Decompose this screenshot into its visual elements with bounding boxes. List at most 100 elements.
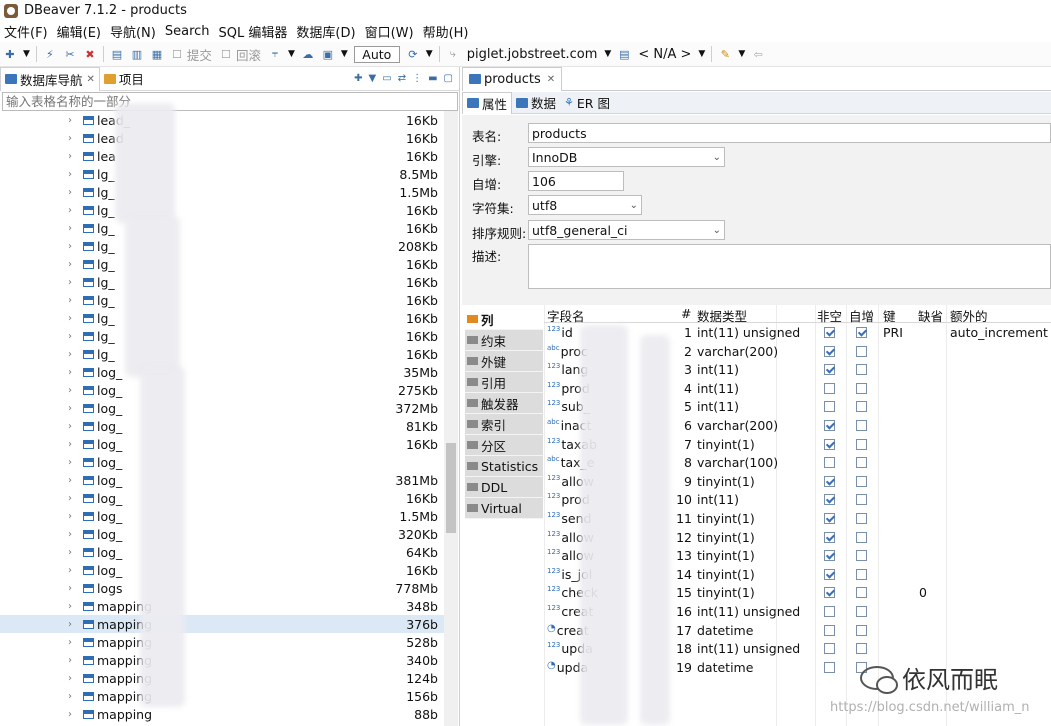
- tree-item-table[interactable]: ›log_1.5Mb: [0, 507, 444, 525]
- tree-item-table[interactable]: ›log_381Mb: [0, 471, 444, 489]
- chevron-right-icon[interactable]: ›: [68, 655, 72, 666]
- notnull-checkbox[interactable]: [824, 532, 835, 543]
- new-connection-icon[interactable]: ✚: [2, 46, 18, 62]
- view-menu-icon[interactable]: ⋮: [412, 73, 422, 84]
- notnull-checkbox[interactable]: [824, 364, 835, 375]
- column-default-cell[interactable]: 0: [919, 585, 927, 600]
- chevron-right-icon[interactable]: ›: [68, 331, 72, 342]
- chevron-right-icon[interactable]: ›: [68, 133, 72, 144]
- side-tab[interactable]: 列: [465, 309, 543, 330]
- menu-file[interactable]: 文件(F): [0, 22, 53, 41]
- active-connection-select[interactable]: piglet.jobstreet.com: [467, 47, 598, 62]
- chevron-right-icon[interactable]: ›: [68, 295, 72, 306]
- tree-item-table[interactable]: ›lead_16Kb: [0, 111, 444, 129]
- chevron-right-icon[interactable]: ›: [68, 385, 72, 396]
- column-type-cell[interactable]: int(11): [697, 399, 739, 414]
- close-icon[interactable]: ✕: [547, 74, 555, 85]
- chevron-down-icon[interactable]: ▼: [288, 49, 295, 59]
- notnull-checkbox[interactable]: [824, 457, 835, 468]
- menu-help[interactable]: 帮助(H): [419, 22, 474, 41]
- auto-increment-field[interactable]: 106: [528, 171, 624, 191]
- tree-item-table[interactable]: ›lg_16Kb: [0, 309, 444, 327]
- chevron-right-icon[interactable]: ›: [68, 187, 72, 198]
- tree-item-table[interactable]: ›mapping88b: [0, 705, 444, 723]
- tree-item-table[interactable]: ›lg_16Kb: [0, 201, 444, 219]
- col-header-extra[interactable]: 额外的: [950, 306, 988, 325]
- tree-item-table[interactable]: ›lea16Kb: [0, 147, 444, 165]
- side-tab[interactable]: Statistics: [465, 456, 543, 477]
- autoinc-checkbox[interactable]: [856, 643, 867, 654]
- transaction-log-icon[interactable]: ☁: [300, 46, 316, 62]
- commit-button[interactable]: 提交: [187, 45, 212, 64]
- table-name-field[interactable]: products: [528, 123, 1051, 143]
- tree-item-table[interactable]: ›log_16Kb: [0, 435, 444, 453]
- notnull-checkbox[interactable]: [824, 327, 835, 338]
- tree-item-table[interactable]: ›log_81Kb: [0, 417, 444, 435]
- tab-products[interactable]: products ✕: [462, 67, 562, 91]
- notnull-checkbox[interactable]: [824, 494, 835, 505]
- chevron-right-icon[interactable]: ›: [68, 349, 72, 360]
- autoinc-checkbox[interactable]: [856, 532, 867, 543]
- new-script-icon[interactable]: ▥: [129, 46, 145, 62]
- tab-projects[interactable]: 项目: [100, 67, 148, 91]
- tree-item-table[interactable]: ›lg_1.5Mb: [0, 183, 444, 201]
- chevron-right-icon[interactable]: ›: [68, 151, 72, 162]
- back-icon[interactable]: ⇦: [750, 46, 766, 62]
- menu-search[interactable]: Search: [161, 24, 215, 39]
- col-header-num[interactable]: #: [681, 306, 691, 321]
- autoinc-checkbox[interactable]: [856, 420, 867, 431]
- column-type-cell[interactable]: int(11): [697, 492, 739, 507]
- tree-item-table[interactable]: ›lg_16Kb: [0, 255, 444, 273]
- chevron-right-icon[interactable]: ›: [68, 529, 72, 540]
- chevron-right-icon[interactable]: ›: [68, 439, 72, 450]
- chevron-right-icon[interactable]: ›: [68, 277, 72, 288]
- description-field[interactable]: [528, 244, 1051, 289]
- column-type-cell[interactable]: datetime: [697, 660, 753, 675]
- notnull-checkbox[interactable]: [824, 625, 835, 636]
- chevron-right-icon[interactable]: ›: [68, 601, 72, 612]
- menu-sql-editor[interactable]: SQL 编辑器: [215, 22, 293, 41]
- side-tab[interactable]: 约束: [465, 330, 543, 351]
- connect-icon[interactable]: ⚡: [42, 46, 58, 62]
- tree-item-table[interactable]: ›lg_16Kb: [0, 291, 444, 309]
- chevron-right-icon[interactable]: ›: [68, 547, 72, 558]
- chevron-right-icon[interactable]: ›: [68, 583, 72, 594]
- tree-item-table[interactable]: ›log_372Mb: [0, 399, 444, 417]
- chevron-right-icon[interactable]: ›: [68, 367, 72, 378]
- chevron-right-icon[interactable]: ›: [68, 457, 72, 468]
- chevron-right-icon[interactable]: ›: [68, 115, 72, 126]
- column-type-cell[interactable]: datetime: [697, 623, 753, 638]
- charset-select[interactable]: utf8⌄: [528, 195, 642, 215]
- column-type-cell[interactable]: varchar(200): [697, 344, 778, 359]
- tree-item-table[interactable]: ›lg_16Kb: [0, 345, 444, 363]
- side-tab[interactable]: 外键: [465, 351, 543, 372]
- tree-item-table[interactable]: ›log_275Kb: [0, 381, 444, 399]
- tab-er-diagram[interactable]: ⚘ ER 图: [560, 92, 614, 114]
- notnull-checkbox[interactable]: [824, 439, 835, 450]
- chevron-down-icon[interactable]: ▼: [426, 49, 433, 59]
- notnull-checkbox[interactable]: [824, 513, 835, 524]
- refresh-icon[interactable]: ⟳: [405, 46, 421, 62]
- notnull-checkbox[interactable]: [824, 550, 835, 561]
- column-type-cell[interactable]: varchar(200): [697, 418, 778, 433]
- autoinc-checkbox[interactable]: [856, 401, 867, 412]
- autoinc-checkbox[interactable]: [856, 513, 867, 524]
- new-connection-icon[interactable]: ✚: [354, 73, 362, 84]
- chevron-right-icon[interactable]: ›: [68, 493, 72, 504]
- column-type-cell[interactable]: tinyint(1): [697, 530, 755, 545]
- autoinc-checkbox[interactable]: [856, 606, 867, 617]
- chevron-right-icon[interactable]: ›: [68, 673, 72, 684]
- tree-item-table[interactable]: ›lg_16Kb: [0, 327, 444, 345]
- link-editor-icon[interactable]: ⇄: [398, 73, 406, 84]
- tree-item-table[interactable]: ›lg_16Kb: [0, 219, 444, 237]
- col-header-notnull[interactable]: 非空: [817, 306, 842, 325]
- menu-edit[interactable]: 编辑(E): [53, 22, 106, 41]
- chevron-right-icon[interactable]: ›: [68, 259, 72, 270]
- chevron-right-icon[interactable]: ›: [68, 421, 72, 432]
- column-type-cell[interactable]: tinyint(1): [697, 585, 755, 600]
- commit-mode-select[interactable]: Auto: [354, 46, 400, 63]
- tree-item-table[interactable]: ›mapping124b: [0, 669, 444, 687]
- notnull-checkbox[interactable]: [824, 643, 835, 654]
- collapse-icon[interactable]: ▭: [382, 73, 391, 84]
- scrollbar-thumb[interactable]: [446, 443, 456, 533]
